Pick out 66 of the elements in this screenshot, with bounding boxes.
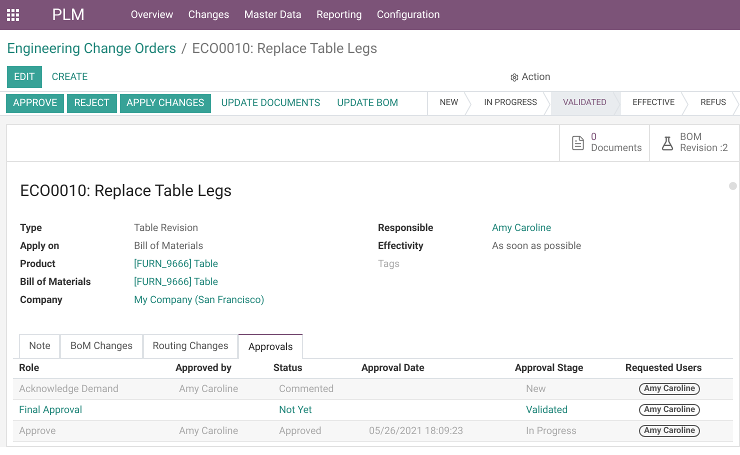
menu-item[interactable]: Reporting	[316, 7, 362, 23]
header-link-button[interactable]: UPDATE BOM	[330, 96, 406, 111]
tab[interactable]: BoM Changes	[60, 334, 143, 358]
table-cell: Commented	[279, 384, 334, 394]
header-link-button[interactable]: UPDATE DOCUMENTS	[214, 96, 328, 111]
field-link[interactable]: Amy Caroline	[492, 220, 552, 238]
table-cell: Amy Caroline	[179, 384, 238, 394]
field-label: Tags	[378, 258, 401, 272]
create-button[interactable]: CREATE	[52, 70, 88, 84]
apps-menu-icon[interactable]	[7, 9, 19, 21]
column-header: Approval Stage	[514, 362, 584, 376]
column-header: Approval Date	[361, 362, 426, 376]
stat-label: Revision :2	[680, 143, 728, 154]
tab[interactable]: Note	[19, 334, 60, 358]
field-label: Apply on	[20, 240, 60, 254]
menu-item[interactable]: Configuration	[376, 7, 440, 23]
table-cell: Amy Caroline	[179, 426, 238, 436]
field-label: Type	[20, 222, 43, 236]
stat-value: BOM	[680, 132, 703, 143]
menu-item[interactable]: Changes	[188, 7, 230, 23]
record-title: ECO0010: Replace Table Legs	[20, 180, 232, 202]
settings-icon	[510, 72, 519, 82]
tab[interactable]: Approvals	[238, 334, 303, 359]
breadcrumb-current: ECO0010: Replace Table Legs	[192, 40, 378, 59]
app-name: PLM	[52, 4, 85, 26]
table-cell: Approved	[279, 426, 322, 436]
field-value: Table Revision	[134, 222, 198, 236]
stat-button[interactable]: BOM Revision :2	[649, 125, 739, 161]
table-row[interactable]: Approve Amy Caroline Approved 05/26/2021 18:09:23 In Progress Amy Caroline	[13, 421, 733, 442]
table-row[interactable]: Acknowledge Demand Amy Caroline Commented New Amy Caroline	[13, 379, 733, 400]
user-tag: Amy Caroline	[639, 383, 700, 395]
table-cell: In Progress	[526, 426, 577, 436]
menu-item[interactable]: Overview	[130, 7, 174, 23]
user-tag: Amy Caroline	[639, 404, 700, 416]
field-value: Bill of Materials	[134, 240, 204, 254]
breadcrumb-link[interactable]: Engineering Change Orders	[7, 39, 176, 60]
field-link[interactable]: [FURN_9666] Table	[134, 274, 218, 292]
column-header: Approved by	[176, 362, 233, 376]
column-header: Requested Users	[625, 362, 703, 376]
menu-item[interactable]: Master Data	[244, 7, 302, 23]
action-button[interactable]: Action	[510, 70, 550, 84]
document-icon	[570, 135, 586, 151]
table-cell: Final Approval	[19, 404, 82, 416]
field-link[interactable]: [FURN_9666] Table	[134, 256, 218, 274]
stat-value: 0	[591, 132, 598, 143]
field-label: Product	[20, 258, 56, 272]
field-value: As soon as possible	[492, 240, 582, 254]
stat-label: Documents	[591, 143, 642, 154]
flask-icon	[660, 136, 675, 150]
field-label: Bill of Materials	[20, 276, 92, 290]
breadcrumb-separator: /	[181, 40, 187, 59]
table-cell: Acknowledge Demand	[19, 384, 119, 394]
table-cell: 05/26/2021 18:09:23	[369, 426, 464, 436]
table-cell: New	[526, 384, 546, 394]
table-cell: Approve	[19, 426, 56, 436]
column-header: Role	[19, 362, 40, 376]
field-label: Responsible	[378, 222, 434, 236]
field-label: Effectivity	[378, 240, 424, 254]
column-header: Status	[273, 362, 304, 376]
user-tag: Amy Caroline	[639, 425, 700, 437]
table-cell: Not Yet	[279, 404, 312, 416]
stat-button[interactable]: 0 Documents	[559, 125, 649, 161]
field-link[interactable]: My Company (San Francisco)	[134, 292, 264, 310]
field-label: Company	[20, 294, 64, 308]
table-cell: Validated	[526, 404, 568, 416]
stage-button[interactable]: VALIDATED	[551, 92, 621, 115]
